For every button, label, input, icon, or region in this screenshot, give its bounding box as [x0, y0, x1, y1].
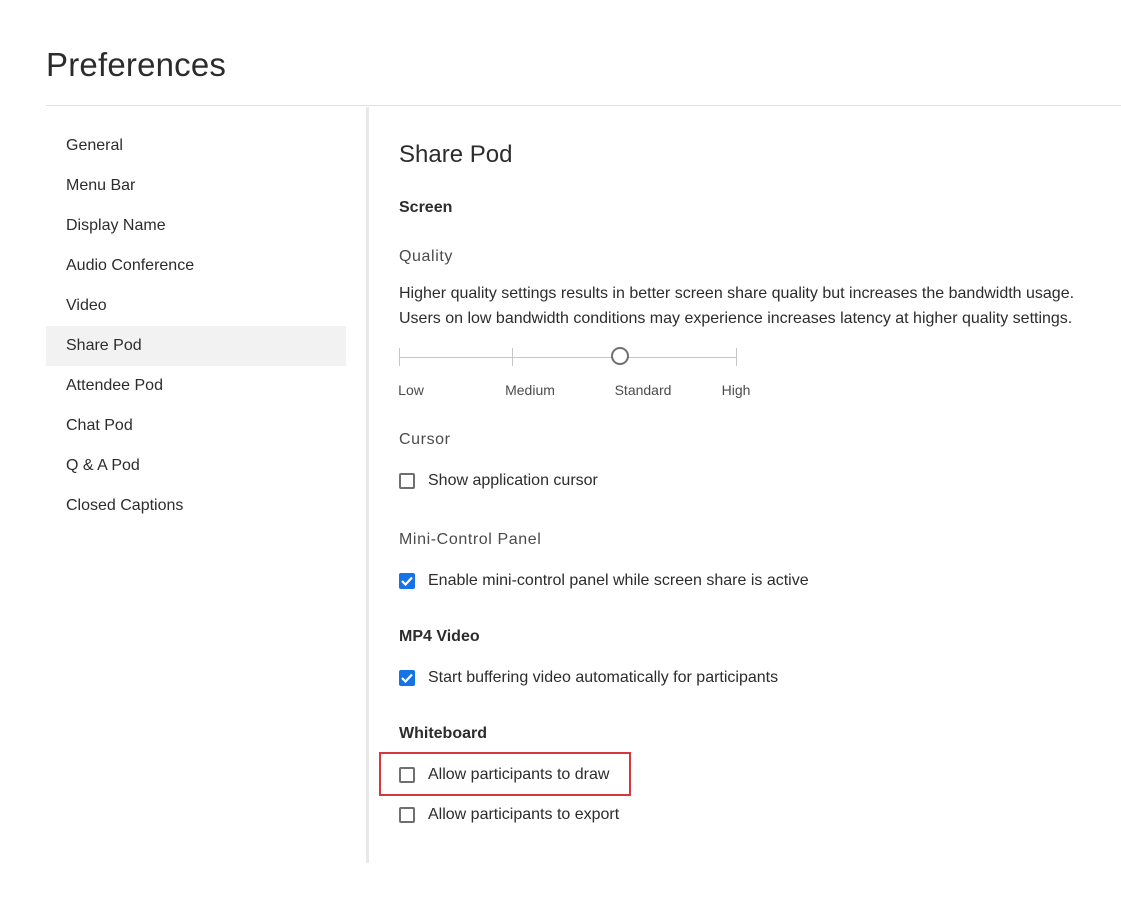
sidebar-item-menu-bar[interactable]: Menu Bar	[46, 166, 346, 206]
sidebar-item-general[interactable]: General	[46, 126, 346, 166]
show-cursor-label: Show application cursor	[428, 472, 598, 489]
buffer-video-checkbox[interactable]	[399, 670, 415, 686]
slider-label-low: Low	[398, 382, 424, 398]
slider-track	[399, 357, 737, 358]
mini-control-label: Enable mini-control panel while screen s…	[428, 572, 809, 589]
sidebar-item-qa-pod[interactable]: Q & A Pod	[46, 446, 346, 486]
mp4-heading: MP4 Video	[399, 628, 480, 645]
allow-draw-option[interactable]: Allow participants to draw	[399, 764, 609, 786]
quality-description: Higher quality settings results in bette…	[399, 285, 1075, 327]
checkmark-icon	[401, 673, 413, 683]
screen-heading: Screen	[399, 199, 453, 216]
sidebar-divider	[366, 107, 369, 863]
whiteboard-heading: Whiteboard	[399, 725, 487, 742]
sidebar-item-share-pod[interactable]: Share Pod	[46, 326, 346, 366]
sidebar-item-display-name[interactable]: Display Name	[46, 206, 346, 246]
allow-export-option[interactable]: Allow participants to export	[399, 804, 619, 826]
slider-tick-medium	[512, 348, 513, 366]
allow-draw-checkbox[interactable]	[399, 767, 415, 783]
allow-export-label: Allow participants to export	[428, 806, 620, 823]
slider-label-high: High	[721, 382, 751, 398]
buffer-video-option[interactable]: Start buffering video automatically for …	[399, 667, 778, 689]
checkmark-icon	[401, 576, 413, 586]
slider-thumb[interactable]	[611, 347, 629, 365]
cursor-heading: Cursor	[399, 431, 451, 448]
quality-heading: Quality	[399, 248, 453, 265]
allow-export-checkbox[interactable]	[399, 807, 415, 823]
sidebar-item-closed-captions[interactable]: Closed Captions	[46, 486, 346, 526]
mini-control-option[interactable]: Enable mini-control panel while screen s…	[399, 570, 809, 592]
mini-control-heading: Mini-Control Panel	[399, 531, 542, 548]
sidebar-item-audio-conference[interactable]: Audio Conference	[46, 246, 346, 286]
quality-slider[interactable]	[399, 347, 739, 369]
title-divider	[46, 105, 1121, 106]
slider-tick-high	[736, 348, 737, 366]
sidebar-item-video[interactable]: Video	[46, 286, 346, 326]
show-cursor-option[interactable]: Show application cursor	[399, 470, 598, 492]
buffer-video-label: Start buffering video automatically for …	[428, 669, 779, 686]
preferences-sidebar: General Menu Bar Display Name Audio Conf…	[46, 126, 346, 526]
slider-tick-low	[399, 348, 400, 366]
sidebar-item-chat-pod[interactable]: Chat Pod	[46, 406, 346, 446]
allow-draw-label: Allow participants to draw	[428, 766, 610, 783]
sidebar-item-attendee-pod[interactable]: Attendee Pod	[46, 366, 346, 406]
page-title: Preferences	[46, 46, 227, 83]
show-cursor-checkbox[interactable]	[399, 473, 415, 489]
mini-control-checkbox[interactable]	[399, 573, 415, 589]
slider-label-standard: Standard	[614, 382, 672, 398]
section-title: Share Pod	[399, 141, 513, 168]
slider-label-medium: Medium	[505, 382, 555, 398]
